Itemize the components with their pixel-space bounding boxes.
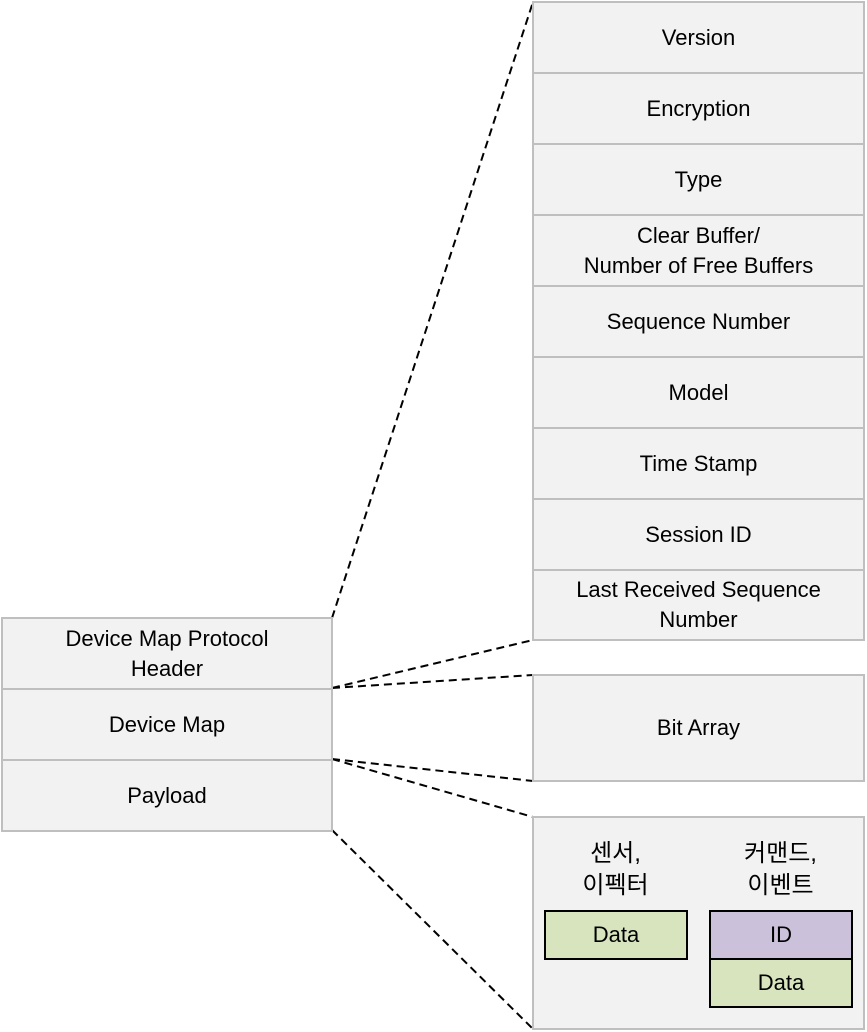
header-field: Last Received Sequence Number <box>532 569 865 641</box>
packet-payload: Payload <box>1 759 333 832</box>
command-event-label: 커맨드, 이벤트 <box>744 840 817 899</box>
sensor-effector-label: 센서, 이펙터 <box>582 840 649 899</box>
header-field: Time Stamp <box>532 427 865 500</box>
connector-line <box>331 758 534 818</box>
packet-header: Device Map Protocol Header <box>1 617 333 690</box>
packet-device-map: Device Map <box>1 688 333 761</box>
header-field: Sequence Number <box>532 285 865 358</box>
header-field: Model <box>532 356 865 429</box>
connector-line <box>331 758 534 782</box>
connector-line <box>331 639 534 689</box>
connector-line <box>331 829 534 1030</box>
sensor-data: Data <box>544 910 688 960</box>
command-data: Data <box>709 958 853 1008</box>
header-field: Version <box>532 1 865 74</box>
header-field: Session ID <box>532 498 865 571</box>
header-field: Encryption <box>532 72 865 145</box>
connector-line <box>331 1 534 619</box>
header-field: Type <box>532 143 865 216</box>
command-id: ID <box>709 910 853 960</box>
header-field: Clear Buffer/ Number of Free Buffers <box>532 214 865 287</box>
bit-array: Bit Array <box>532 674 865 782</box>
